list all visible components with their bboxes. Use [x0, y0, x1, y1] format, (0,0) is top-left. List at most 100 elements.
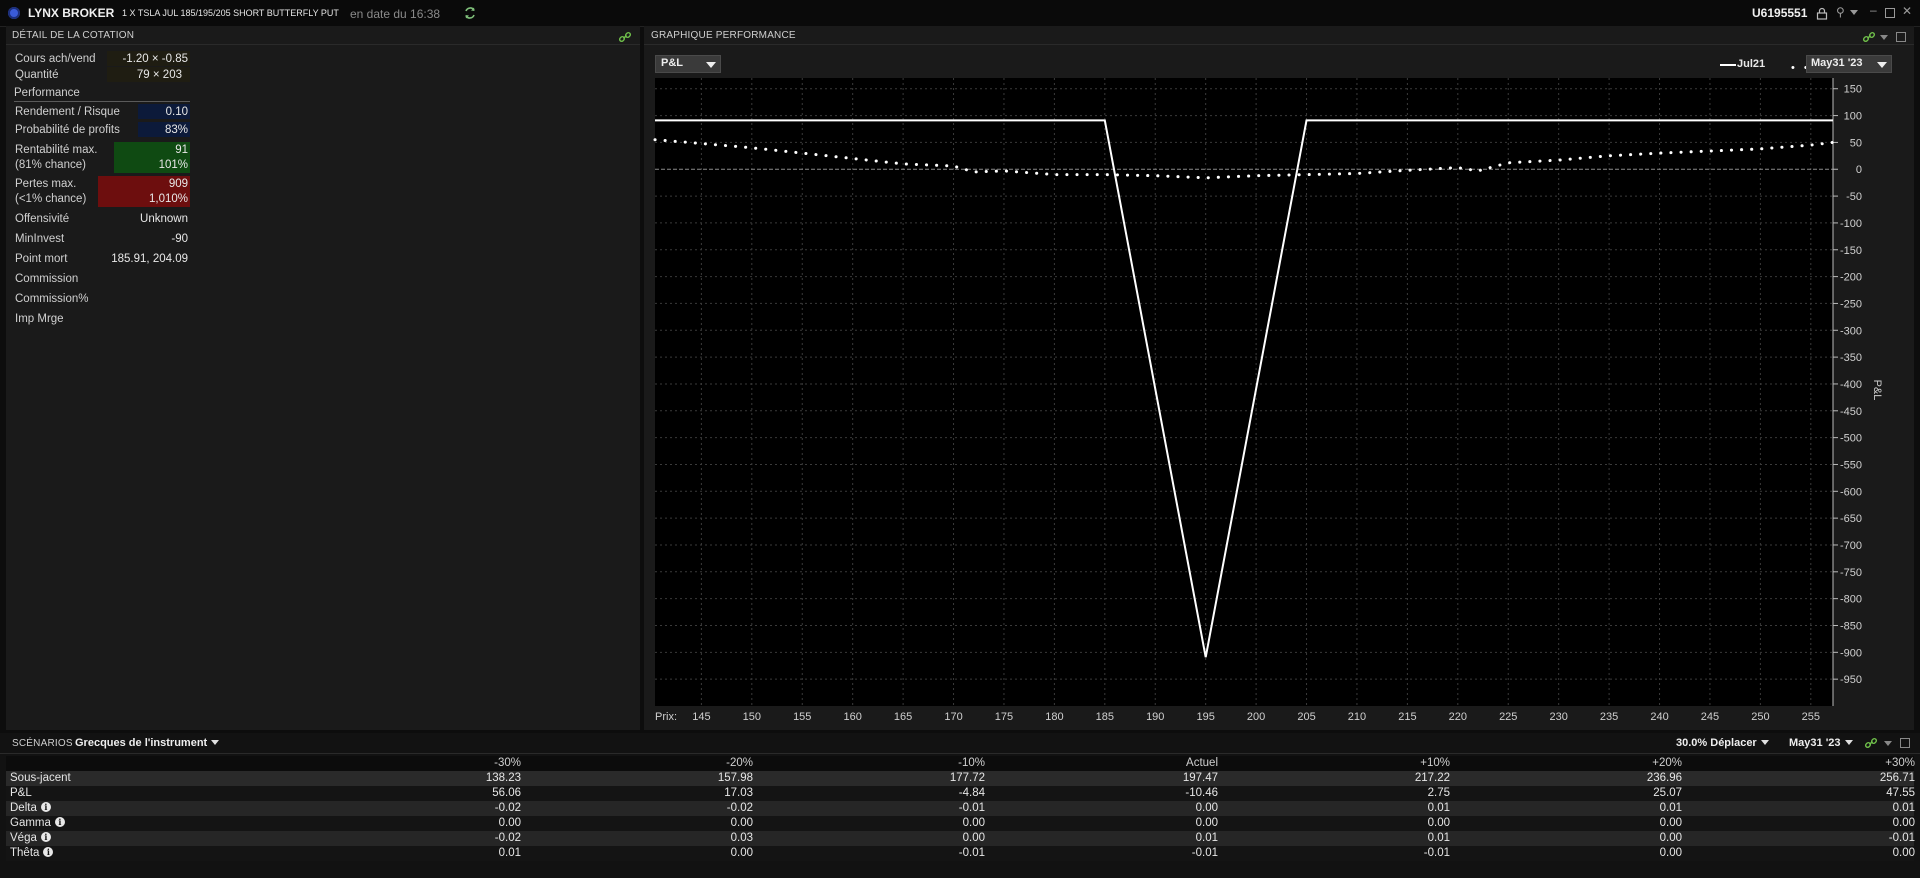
mininvest-label: MinInvest [15, 233, 65, 245]
table-cell: 0.00 [1195, 802, 1218, 814]
minimize-icon[interactable]: – [1870, 3, 1877, 17]
x-tick-label: 255 [1802, 711, 1820, 723]
table-row: Sous-jacent 138.23 157.98 177.72 197.47 217.2… [6, 771, 1915, 786]
max-profit-pct: 101% [158, 159, 188, 171]
scenario-date-select[interactable]: May31 '23 [1789, 737, 1853, 749]
greeks-chevron-down-icon [211, 740, 220, 745]
y-tick-label: 50 [1850, 137, 1862, 149]
title-menu-chevron-down-icon[interactable] [1850, 10, 1858, 15]
table-row: P&L 56.06 17.03 -4.84 -10.46 2.75 25.07 47.55 [6, 786, 1915, 801]
table-cell: 0.00 [962, 817, 985, 829]
y-tick-label: -700 [1840, 540, 1862, 552]
greeks-select-value: Grecques de l'instrument [75, 737, 208, 749]
table-cell: 0.00 [1659, 832, 1682, 844]
greeks-select[interactable]: Grecques de l'instrument [75, 737, 220, 749]
max-profit-chance-label: (81% chance) [15, 159, 86, 171]
quote-detail-panel: DÉTAIL DE LA COTATION Cours ach/vend -1.… [6, 26, 640, 730]
y-tick-label: -250 [1840, 298, 1862, 310]
table-cell: 0.03 [730, 832, 753, 844]
table-cell: -0.01 [1423, 847, 1450, 859]
row-label-text: Delta [10, 802, 37, 814]
table-row: Véga i -0.02 0.03 0.00 0.01 0.01 0.00 -0.01 [6, 831, 1915, 846]
close-icon[interactable]: ✕ [1902, 4, 1912, 18]
x-tick-label: 190 [1146, 711, 1164, 723]
table-cell: 0.00 [1892, 847, 1915, 859]
y-tick-label: -200 [1840, 272, 1862, 284]
y-tick-label: -650 [1840, 513, 1862, 525]
commission-label: Commission [15, 273, 79, 285]
x-tick-label: 250 [1751, 711, 1769, 723]
table-cell: 197.47 [1182, 772, 1218, 784]
max-loss-chance-label: (<1% chance) [15, 193, 87, 205]
x-tick-label: 180 [1045, 711, 1063, 723]
x-tick-label: 245 [1701, 711, 1719, 723]
lock-icon[interactable] [1816, 7, 1828, 20]
scenarios-expand-icon[interactable] [1900, 738, 1910, 748]
max-loss-pct: 1,010% [148, 193, 188, 205]
bid-ask-value: -1.20 × -0.85 [122, 53, 188, 65]
row-label-text: Sous-jacent [10, 772, 71, 784]
table-cell: 0.00 [498, 817, 521, 829]
column-header: Actuel [1186, 757, 1218, 769]
row-label: Sous-jacent [10, 772, 71, 784]
offensive-label: Offensivité [15, 213, 70, 225]
max-profit-label: Rentabilité max. [15, 144, 98, 156]
table-cell: -0.02 [726, 802, 753, 814]
table-cell: 0.00 [1892, 817, 1915, 829]
mininvest-value: -90 [171, 233, 188, 245]
move-select[interactable]: 30.0% Déplacer [1676, 737, 1769, 749]
info-icon[interactable]: i [54, 817, 65, 827]
row-label: Véga i [10, 832, 51, 844]
info-icon[interactable]: i [40, 802, 51, 812]
profit-probability-value: 83% [164, 124, 188, 136]
table-cell: 256.71 [1879, 772, 1915, 784]
column-header: +10% [1420, 757, 1450, 769]
scenarios-link-icon[interactable] [1864, 736, 1878, 750]
x-tick-label: 210 [1348, 711, 1366, 723]
x-tick-label: 200 [1247, 711, 1265, 723]
y-tick-label: -100 [1840, 218, 1862, 230]
profit-probability-label: Probabilité de profits [15, 124, 120, 136]
table-cell: 25.07 [1653, 787, 1682, 799]
y-tick-label: 150 [1844, 84, 1862, 96]
x-tick-label: 195 [1196, 711, 1214, 723]
breakeven-value: 185.91, 204.09 [111, 253, 188, 265]
refresh-icon[interactable] [463, 6, 477, 20]
y-tick-label: 0 [1856, 164, 1862, 176]
y-tick-label: -550 [1840, 459, 1862, 471]
move-select-value: 30.0% Déplacer [1676, 737, 1757, 749]
table-cell: 217.22 [1414, 772, 1450, 784]
pin-icon[interactable]: ⚲ [1836, 5, 1845, 19]
y-tick-label: -150 [1840, 245, 1862, 257]
y-tick-label: -450 [1840, 406, 1862, 418]
table-cell: 17.03 [724, 787, 753, 799]
scenarios-menu-chevron-down-icon[interactable] [1884, 741, 1892, 746]
link-icon[interactable] [618, 30, 632, 44]
row-label-text: Thêta [10, 847, 40, 859]
table-cell: -0.02 [494, 802, 521, 814]
x-tick-label: 235 [1600, 711, 1618, 723]
scenario-table: -30% -20% -10% Actuel +10% +20% +30% Sous-jacen… [0, 754, 1920, 878]
pnl-chart: 145 150 155 160 165 170 175 180 185 190 195 200 205 2… [653, 78, 1883, 723]
table-cell: 0.00 [1427, 817, 1450, 829]
title-bar: LYNX BROKER 1 X TSLA JUL 185/195/205 SHO… [0, 0, 1920, 27]
table-cell: 0.01 [498, 847, 521, 859]
timestamp-label: en date du 16:38 [350, 7, 441, 21]
maximize-icon[interactable] [1885, 8, 1895, 18]
max-profit-value: 91 [175, 144, 188, 156]
performance-label: Performance [14, 87, 80, 99]
x-tick-label: 240 [1650, 711, 1668, 723]
quantity-label: Quantité [15, 69, 59, 81]
info-icon[interactable]: i [43, 847, 54, 857]
row-label: Delta i [10, 802, 51, 814]
column-header: -30% [494, 757, 521, 769]
row-label-text: Gamma [10, 817, 51, 829]
x-tick-label: 220 [1449, 711, 1467, 723]
column-header: -10% [958, 757, 985, 769]
y-tick-label: -800 [1840, 594, 1862, 606]
info-icon[interactable]: i [40, 832, 51, 842]
x-tick-label: 230 [1549, 711, 1567, 723]
table-header-row: -30% -20% -10% Actuel +10% +20% +30% [6, 756, 1915, 771]
row-label: P&L [10, 787, 32, 799]
quantity-value: 79 × 203 [136, 69, 182, 81]
